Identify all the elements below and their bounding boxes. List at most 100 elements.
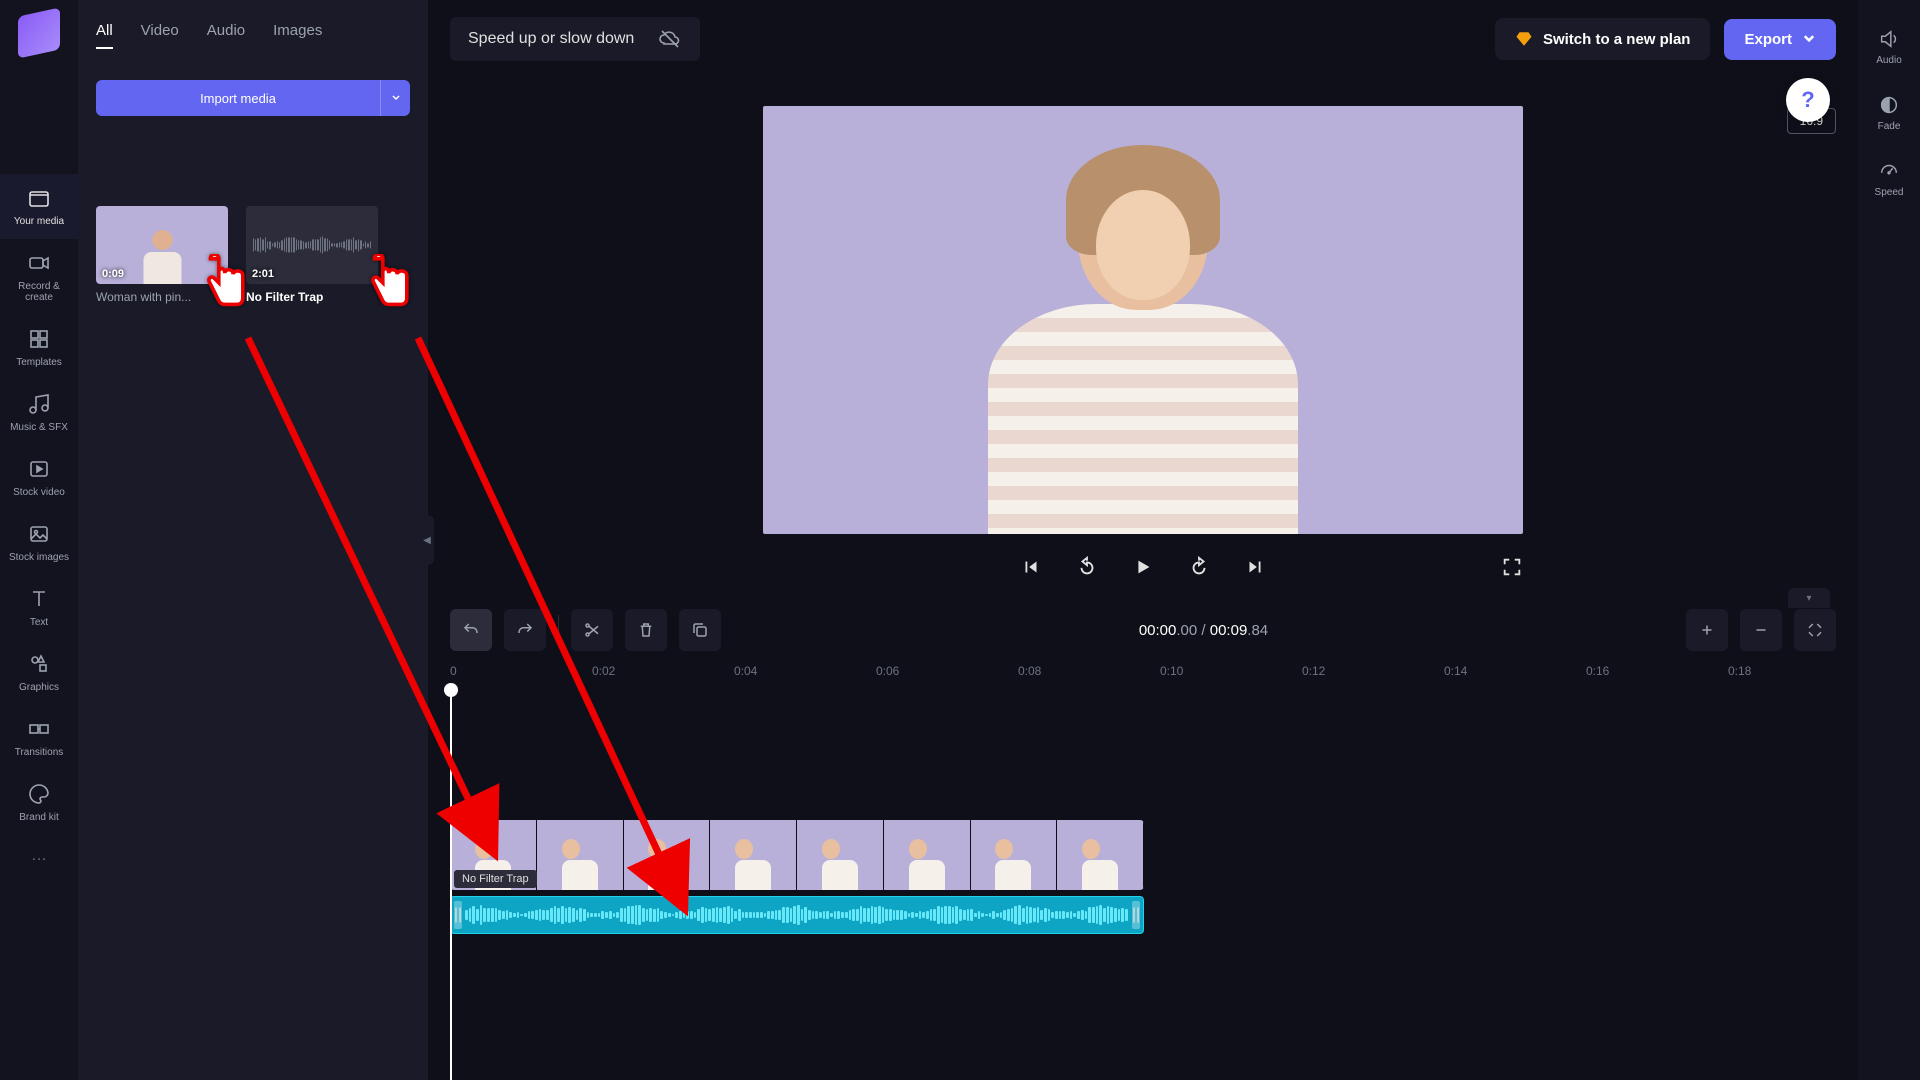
timeline-tracks[interactable]: No Filter Trap || ||	[428, 688, 1858, 1080]
text-icon	[27, 587, 51, 611]
skip-start-icon[interactable]	[1020, 556, 1042, 578]
nav-label: Templates	[16, 357, 62, 368]
prop-speed[interactable]: Speed	[1871, 150, 1908, 208]
tab-all[interactable]: All	[96, 22, 113, 49]
preview-canvas[interactable]	[763, 106, 1523, 534]
zoom-fit-button[interactable]	[1794, 609, 1836, 651]
split-button[interactable]	[571, 609, 613, 651]
chevron-down-icon	[1802, 32, 1816, 46]
media-item-video[interactable]: 0:09 Woman with pin...	[96, 206, 228, 304]
nav-label: Transitions	[15, 747, 64, 758]
shapes-icon	[27, 652, 51, 676]
zoom-out-button[interactable]	[1740, 609, 1782, 651]
timeline-ruler[interactable]: 00:020:040:060:080:100:120:140:160:18	[428, 658, 1858, 688]
grid-icon	[27, 327, 51, 351]
prop-audio[interactable]: Audio	[1872, 18, 1906, 76]
prop-fade[interactable]: Fade	[1874, 84, 1905, 142]
left-nav-rail: Your media Record & create Templates Mus…	[0, 0, 78, 1080]
nav-music-sfx[interactable]: Music & SFX	[0, 380, 78, 445]
diamond-icon	[1515, 30, 1533, 48]
project-title-text: Speed up or slow down	[468, 30, 634, 48]
right-properties-rail: Audio Fade Speed	[1858, 0, 1920, 1080]
chevron-down-icon	[391, 93, 401, 103]
zoom-in-button[interactable]	[1686, 609, 1728, 651]
film-icon	[27, 457, 51, 481]
topbar: Speed up or slow down Switch to a new pl…	[428, 0, 1858, 78]
music-icon	[27, 392, 51, 416]
timeline-area: ▾ 00:00.00 / 00:09.84 00:020:040:060:080…	[428, 602, 1858, 1080]
video-clip[interactable]	[450, 820, 1144, 890]
export-button[interactable]: Export	[1724, 19, 1836, 60]
media-tabs: All Video Audio Images	[96, 14, 410, 66]
skip-end-icon[interactable]	[1244, 556, 1266, 578]
nav-stock-video[interactable]: Stock video	[0, 445, 78, 510]
import-media-label: Import media	[96, 91, 380, 106]
app-logo	[18, 8, 60, 59]
timeline-collapse-handle[interactable]: ▾	[1788, 588, 1830, 608]
nav-label: Stock video	[13, 487, 65, 498]
help-button[interactable]: ?	[1786, 78, 1830, 122]
audio-clip[interactable]: || ||	[450, 896, 1144, 934]
tab-video[interactable]: Video	[141, 22, 179, 49]
nav-label: Text	[30, 617, 48, 628]
speed-icon	[1878, 160, 1900, 182]
transitions-icon	[27, 717, 51, 741]
import-media-dropdown[interactable]	[380, 80, 410, 116]
media-item-audio[interactable]: 2:01 No Filter Trap	[246, 206, 378, 304]
timeline-toolbar: 00:00.00 / 00:09.84	[428, 602, 1858, 658]
nav-label: Graphics	[19, 682, 59, 693]
media-thumbnail: 2:01	[246, 206, 378, 284]
media-grid: 0:09 Woman with pin... 2:01 No Filter Tr…	[96, 206, 410, 304]
forward-icon[interactable]	[1188, 556, 1210, 578]
tab-audio[interactable]: Audio	[207, 22, 245, 49]
media-duration: 2:01	[252, 268, 274, 280]
play-icon[interactable]	[1132, 556, 1154, 578]
import-media-button[interactable]: Import media	[96, 80, 410, 116]
nav-text[interactable]: Text	[0, 575, 78, 640]
nav-label: Record & create	[4, 281, 74, 303]
clip-trim-handle-right[interactable]: ||	[1132, 901, 1140, 929]
media-title: Woman with pin...	[96, 290, 228, 304]
main-area: ◀ Speed up or slow down Switch to a new …	[428, 0, 1858, 1080]
media-title: No Filter Trap	[246, 290, 378, 304]
playhead[interactable]	[450, 688, 452, 1080]
rewind-icon[interactable]	[1076, 556, 1098, 578]
media-thumbnail: 0:09	[96, 206, 228, 284]
nav-brand-kit[interactable]: Brand kit	[0, 770, 78, 835]
audio-clip-label: No Filter Trap	[454, 870, 537, 888]
nav-stock-images[interactable]: Stock images	[0, 510, 78, 575]
folder-icon	[27, 186, 51, 210]
speaker-icon	[1878, 28, 1900, 50]
camera-icon	[27, 251, 51, 275]
project-title-input[interactable]: Speed up or slow down	[450, 17, 700, 61]
export-label: Export	[1744, 31, 1792, 48]
plan-label: Switch to a new plan	[1543, 31, 1691, 48]
nav-your-media[interactable]: Your media	[0, 174, 78, 239]
preview-area: 16:9 ?	[428, 78, 1858, 602]
media-duration: 0:09	[102, 268, 124, 280]
nav-label: Brand kit	[19, 812, 58, 823]
playback-controls	[763, 556, 1523, 578]
switch-plan-button[interactable]: Switch to a new plan	[1495, 18, 1711, 60]
fullscreen-icon[interactable]	[1501, 556, 1523, 578]
media-panel: All Video Audio Images Import media 0:09…	[78, 0, 428, 1080]
tab-images[interactable]: Images	[273, 22, 322, 49]
image-icon	[27, 522, 51, 546]
palette-icon	[27, 782, 51, 806]
duplicate-button[interactable]	[679, 609, 721, 651]
clip-trim-handle-left[interactable]: ||	[454, 901, 462, 929]
nav-transitions[interactable]: Transitions	[0, 705, 78, 770]
nav-label: Your media	[14, 216, 64, 227]
fade-icon	[1878, 94, 1900, 116]
nav-label: Stock images	[9, 552, 69, 563]
nav-label: Music & SFX	[10, 422, 68, 433]
cloud-sync-off-icon	[658, 27, 682, 51]
delete-button[interactable]	[625, 609, 667, 651]
nav-graphics[interactable]: Graphics	[0, 640, 78, 705]
undo-button[interactable]	[450, 609, 492, 651]
nav-templates[interactable]: Templates	[0, 315, 78, 380]
redo-button[interactable]	[504, 609, 546, 651]
nav-more[interactable]: …	[0, 835, 78, 877]
timecode-display: 00:00.00 / 00:09.84	[733, 622, 1674, 639]
nav-record-create[interactable]: Record & create	[0, 239, 78, 315]
